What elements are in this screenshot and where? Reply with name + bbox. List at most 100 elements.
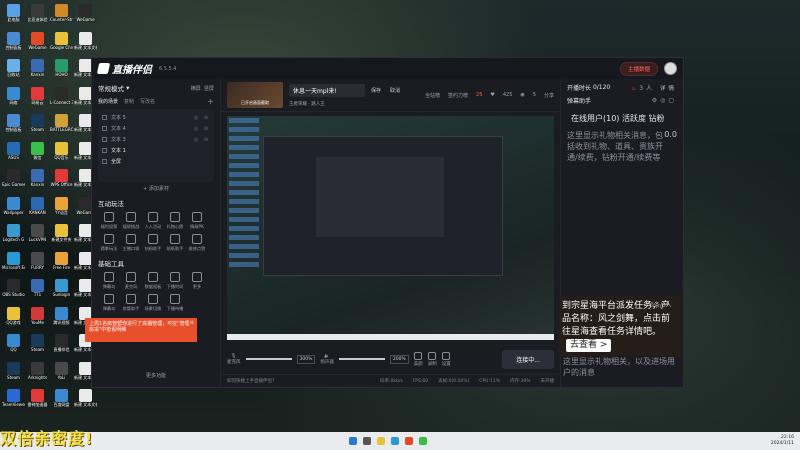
desktop-icon[interactable]: 直播伴侣 <box>50 333 73 361</box>
desktop-icon[interactable]: Microsoft Edge <box>2 251 25 279</box>
stream-preview[interactable] <box>227 116 554 340</box>
tool-item[interactable]: 猜拳玩法 <box>98 234 120 252</box>
tool-item[interactable]: 维修点赞 <box>186 234 208 252</box>
desktop-icon[interactable]: Arknights <box>26 361 49 389</box>
mic-pct[interactable]: 300% <box>296 354 316 364</box>
go-live-button[interactable]: 连接中... <box>502 349 554 369</box>
share-button[interactable]: 分享 <box>544 92 554 99</box>
desktop-icon[interactable]: Counter-Strike <box>50 3 73 31</box>
desktop-icon[interactable]: Epic Games <box>2 168 25 196</box>
desktop-icon[interactable]: ASUS <box>2 141 25 169</box>
desktop-icon[interactable]: Google Chrome <box>50 31 73 59</box>
desktop-icon[interactable]: Steam <box>2 361 25 389</box>
desktop-icon[interactable]: QQ <box>2 333 25 361</box>
desktop-icon[interactable]: QQ游戏 <box>2 306 25 334</box>
desktop-icon[interactable]: Kanxin <box>26 58 49 86</box>
danmu-tabs[interactable]: 在线用户(10) 活跃度 钻粉 <box>571 113 677 124</box>
speaker-control[interactable]: 🔈 扬声器 <box>320 354 334 365</box>
desktop-icon[interactable]: 百度网盘 <box>50 388 73 416</box>
desktop-icon[interactable]: Free Fire <box>50 251 73 279</box>
tab-rename[interactable]: 写改名 <box>140 98 155 105</box>
sign-rank[interactable]: 签约力榜 <box>448 92 468 99</box>
danmu-tool-icons[interactable]: ⚙◎▢ <box>652 97 677 104</box>
desktop-icon[interactable]: 此电脑 <box>2 3 25 31</box>
tool-item[interactable]: 主播口袋 <box>120 234 142 252</box>
live-companion-icon[interactable] <box>405 437 414 445</box>
layer-action-icons[interactable]: ◎ ⊘ <box>194 126 210 132</box>
desktop-icon[interactable]: 网络 <box>2 86 25 114</box>
desktop-icon[interactable]: Kanxin <box>26 168 49 196</box>
desktop-icon[interactable]: LuckVPN <box>26 223 49 251</box>
layer-action-icons[interactable]: ◎ ⊘ <box>194 137 210 143</box>
desktop-icon[interactable]: FURRY <box>26 251 49 279</box>
cancel-button[interactable]: 取消 <box>387 87 403 94</box>
desktop-icon[interactable]: Steam <box>26 333 49 361</box>
tool-item[interactable]: 福袋挑战 <box>120 212 142 230</box>
desktop-icon[interactable]: Steam <box>26 113 49 141</box>
clock[interactable]: 22:16 2024/1/11 <box>771 435 794 447</box>
desktop-icon[interactable]: WeGame <box>74 3 97 31</box>
avatar[interactable] <box>664 62 677 75</box>
layer-item[interactable]: 文本 5 ◎ ⊘ <box>102 112 210 123</box>
beauty-button[interactable]: 美颜 <box>414 351 423 367</box>
desktop-icon[interactable]: Sunlogin <box>50 278 73 306</box>
tool-item[interactable]: 下播待播 <box>164 294 186 312</box>
settings-button[interactable]: 设置 <box>442 351 451 367</box>
tool-item[interactable]: 弹幕岛 <box>98 272 120 290</box>
desktop-icon[interactable]: YouMe <box>26 306 49 334</box>
desktop-icon[interactable]: 雷神加速器 <box>26 388 49 416</box>
tool-item[interactable]: 钻粉助手 <box>142 234 164 252</box>
desktop-icon[interactable]: 新建文件夹 <box>50 223 73 251</box>
layer-item[interactable]: 全屏 <box>102 156 210 167</box>
tool-item[interactable]: 贴纸助手 <box>164 234 186 252</box>
main-data-button[interactable]: 主播数据 <box>619 61 658 76</box>
speaker-slider[interactable] <box>338 358 385 360</box>
close-icon[interactable]: × <box>190 320 194 326</box>
start-icon[interactable] <box>349 437 358 445</box>
desktop-icon[interactable]: YY语音 <box>50 196 73 224</box>
more-features-button[interactable]: 更多功能 <box>98 372 214 379</box>
desktop-icon[interactable]: 控制面板 <box>2 113 25 141</box>
tool-item[interactable]: 情敌PK <box>186 212 208 230</box>
tool-item[interactable]: 礼物心愿 <box>164 212 186 230</box>
desktop-icon[interactable]: 新建 文本文档 <box>74 31 97 59</box>
tool-item[interactable]: 福利投票 <box>98 212 120 230</box>
desktop-icon[interactable]: 控制面板 <box>2 31 25 59</box>
edge-icon[interactable] <box>391 437 400 445</box>
desktop-icon[interactable]: WeGame <box>26 31 49 59</box>
desktop-icon[interactable]: TeamViewer <box>2 388 25 416</box>
manager-toast[interactable]: 上周1名房管帮你进行了高播管理，可在"管理房采"中查看明细 × <box>85 318 197 342</box>
chevron-down-icon[interactable]: ▾ <box>124 84 129 92</box>
tool-item[interactable]: 更多 <box>186 272 208 290</box>
tab-my-scene[interactable]: 我的场景 <box>98 98 118 105</box>
desktop-icon[interactable]: OBS Studio <box>2 278 25 306</box>
desktop-icon[interactable]: WPS Office <box>50 168 73 196</box>
mic-slider[interactable] <box>245 358 292 360</box>
checkbox-icon[interactable] <box>102 137 107 142</box>
explorer-icon[interactable] <box>377 437 386 445</box>
help-link[interactable]: 如何快捷上手直播伴侣? <box>227 378 274 384</box>
add-scene-icon[interactable]: + <box>207 97 214 106</box>
tool-item[interactable]: 人人活动 <box>142 212 164 230</box>
layer-item[interactable]: 文本 1 <box>102 145 210 156</box>
search-icon[interactable] <box>363 437 372 445</box>
tool-item[interactable]: 麦克风 <box>120 272 142 290</box>
desktop-icon[interactable]: 网易云 <box>26 86 49 114</box>
desktop-icon[interactable]: Logitech G <box>2 223 25 251</box>
desktop-icon[interactable]: 比亚迪体验 <box>26 3 49 31</box>
tool-item[interactable]: 弹幕岛 <box>98 294 120 312</box>
checkbox-icon[interactable] <box>102 115 107 120</box>
tool-item[interactable]: 数据面板 <box>142 272 164 290</box>
desktop-icon[interactable]: YoLi <box>50 361 73 389</box>
tool-item[interactable]: 场景切换 <box>142 294 164 312</box>
add-source-button[interactable]: + 添加素材 <box>98 185 214 192</box>
desktop-icon[interactable]: KANKAN <box>26 196 49 224</box>
speaker-pct[interactable]: 200% <box>389 354 409 364</box>
stream-cover[interactable]: 已开启画面截取 <box>227 82 283 108</box>
desktop-icon[interactable]: BATTLEGROUNDS <box>50 113 73 141</box>
tab-copy[interactable]: 复制 <box>124 98 134 105</box>
layer-action-icons[interactable]: ◎ ⊘ <box>194 115 210 121</box>
wechat-icon[interactable] <box>419 437 428 445</box>
checkbox-icon[interactable] <box>102 126 107 131</box>
desktop-icon[interactable]: HOHO <box>50 58 73 86</box>
